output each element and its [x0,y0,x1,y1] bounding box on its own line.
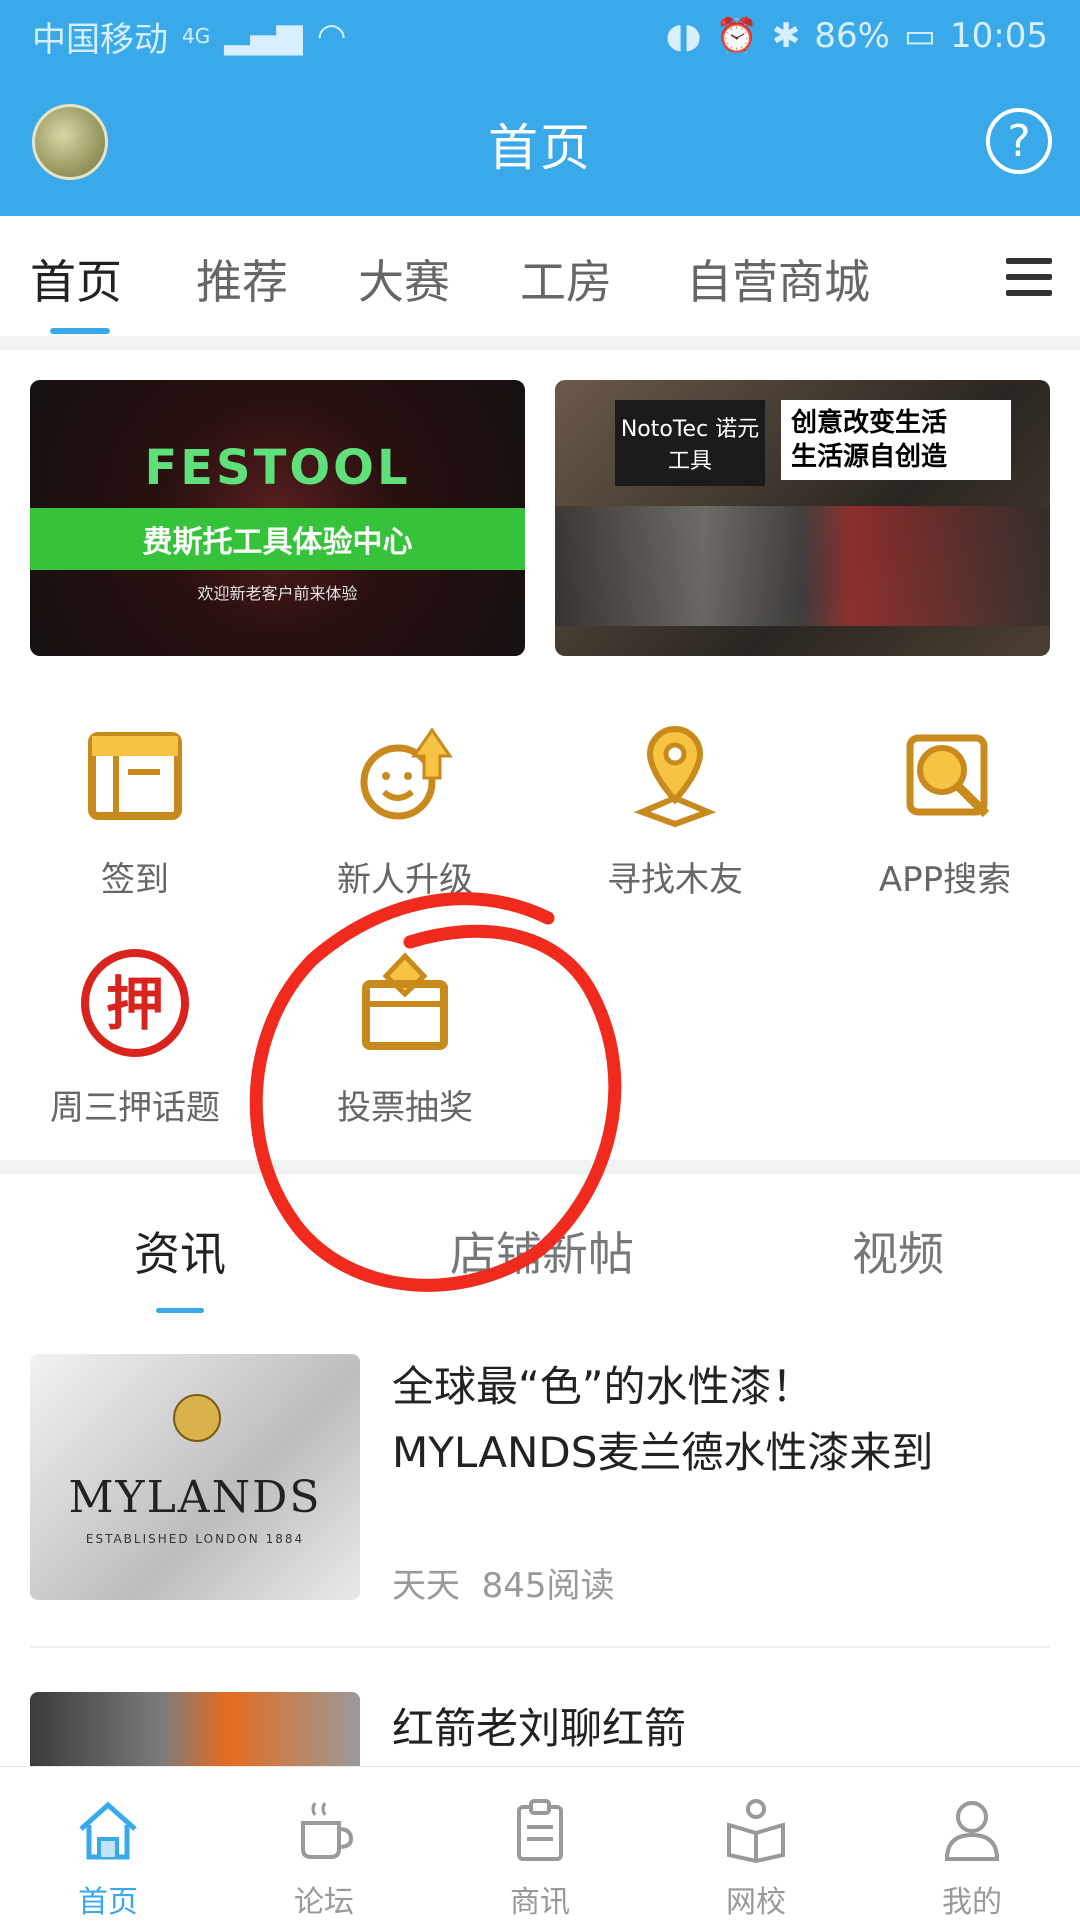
location-pin-icon [633,726,717,828]
thumb-established: ESTABLISHED LONDON 1884 [85,1532,305,1546]
signal-icon: ▂▄▆ [224,16,303,56]
action-checkin[interactable]: 签到 [0,720,270,901]
tab-recommend[interactable]: 推荐 [196,246,288,312]
avatar[interactable] [32,104,108,180]
nav-home[interactable]: 首页 [0,1767,216,1921]
category-tabs: 首页 推荐 大赛 工房 自营商城 [0,216,1080,350]
nav-online-school[interactable]: 网校 [648,1767,864,1921]
list-separator [30,1646,1050,1648]
ya-seal-icon: 押 [81,949,189,1057]
nav-mine[interactable]: 我的 [864,1767,1080,1921]
article-reads: 845阅读 [481,1566,615,1606]
action-vote-lottery[interactable]: 投票抽奖 [270,948,540,1129]
headset-icon: ◖◗ [665,16,702,56]
tab-underline [50,328,110,334]
action-app-search[interactable]: APP搜索 [810,720,1080,901]
nav-label: 我的 [942,1885,1002,1920]
article-title: 全球最“色”的水性漆！ MYLANDS麦兰德水性漆来到 [392,1354,1042,1486]
nav-business-news[interactable]: 商讯 [432,1767,648,1921]
smiley-upgrade-icon [360,727,453,820]
tab-home[interactable]: 首页 [30,246,122,312]
search-icon [906,734,990,818]
feed-tab-video[interactable]: 视频 [852,1218,944,1284]
nav-label: 首页 [78,1885,138,1920]
banner-nototec[interactable]: NotoTec 诺元工具 创意改变生活 生活源自创造 [555,380,1050,656]
article-title: 红箭老刘聊红箭 [392,1704,687,1753]
nav-label: 商讯 [510,1885,570,1920]
battery-percent: 86% [814,16,890,56]
page-title: 首页 [488,119,592,177]
coffee-cup-icon [301,1802,354,1859]
bottom-nav: 首页 论坛 商讯 网校 我的 [0,1766,1080,1921]
action-label: 签到 [101,860,169,900]
tab-workshop[interactable]: 工房 [520,246,612,312]
banner-subtitle: 费斯托工具体验中心 [30,508,525,570]
banner-caption: 欢迎新老客户前来体验 [197,584,358,603]
list-item[interactable]: MYLANDS ESTABLISHED LONDON 1884 全球最“色”的水… [30,1354,1050,1606]
banner-logo: NotoTec 诺元工具 [615,400,765,486]
network-type: 4G [182,24,211,48]
user-icon [944,1801,1000,1861]
action-label: 周三押话题 [50,1088,220,1128]
banner-brand: FESTOOL [144,440,411,496]
banner-slogan-line2: 生活源自创造 [791,442,948,472]
feed-tab-store-posts[interactable]: 店铺新帖 [450,1218,634,1284]
action-label: 寻找木友 [607,860,743,900]
article-title-line1: 全球最“色”的水性漆！ [392,1362,814,1411]
reading-book-icon [727,1799,785,1864]
article-thumbnail: MYLANDS ESTABLISHED LONDON 1884 [30,1354,360,1600]
banner-machines-image [555,506,1050,626]
bluetooth-icon: ✱ [771,16,801,56]
action-wednesday-topic[interactable]: 押 周三押话题 [0,948,270,1129]
crest-icon [173,1394,221,1442]
alarm-icon: ⏰ [715,16,758,56]
carrier-label: 中国移动 [32,19,168,60]
action-newbie-upgrade[interactable]: 新人升级 [270,720,540,901]
wifi-icon: ◠ [316,16,347,56]
article-meta: 天天 845阅读 [392,1558,615,1607]
banner-festool[interactable]: FESTOOL 费斯托工具体验中心 欢迎新老客户前来体验 [30,380,525,656]
clock: 10:05 [950,16,1048,56]
clipboard-icon [517,1799,563,1861]
app-bar: 首页 ? [0,72,1080,216]
action-label: 新人升级 [337,860,473,900]
battery-icon: ▭ [903,16,937,56]
thumb-brand: MYLANDS [68,1472,322,1523]
nav-forum[interactable]: 论坛 [216,1767,432,1921]
action-find-woodfriends[interactable]: 寻找木友 [540,720,810,901]
feed-tab-news[interactable]: 资讯 [134,1218,226,1284]
tab-self-mall[interactable]: 自营商城 [686,246,870,312]
help-icon[interactable]: ? [986,108,1052,174]
calendar-icon [88,732,182,820]
article-author: 天天 [392,1566,460,1606]
list-item[interactable]: 红箭老刘聊红箭 [30,1692,1050,1766]
action-label: 投票抽奖 [337,1088,473,1128]
banner-slogan-line1: 创意改变生活 [791,408,948,438]
ballot-box-icon [362,952,448,1050]
banner-slogan: 创意改变生活 生活源自创造 [781,400,1011,480]
action-label: APP搜索 [878,860,1012,900]
status-bar: 中国移动 4G ▂▄▆ ◠ ◖◗ ⏰ ✱ 86% ▭ 10:05 [0,0,1080,72]
article-title-line2: MYLANDS麦兰德水性漆来到 [392,1428,934,1477]
seal-glyph: 押 [106,970,164,1038]
feed-tabs: 资讯 店铺新帖 视频 [0,1174,1080,1314]
menu-icon[interactable] [1006,258,1052,296]
feed-tab-underline [156,1308,204,1313]
nav-label: 网校 [726,1885,786,1920]
nav-label: 论坛 [294,1885,354,1920]
tab-contest[interactable]: 大赛 [358,246,450,312]
home-icon [79,1801,137,1860]
article-thumbnail [30,1692,360,1766]
section-divider [0,1160,1080,1174]
